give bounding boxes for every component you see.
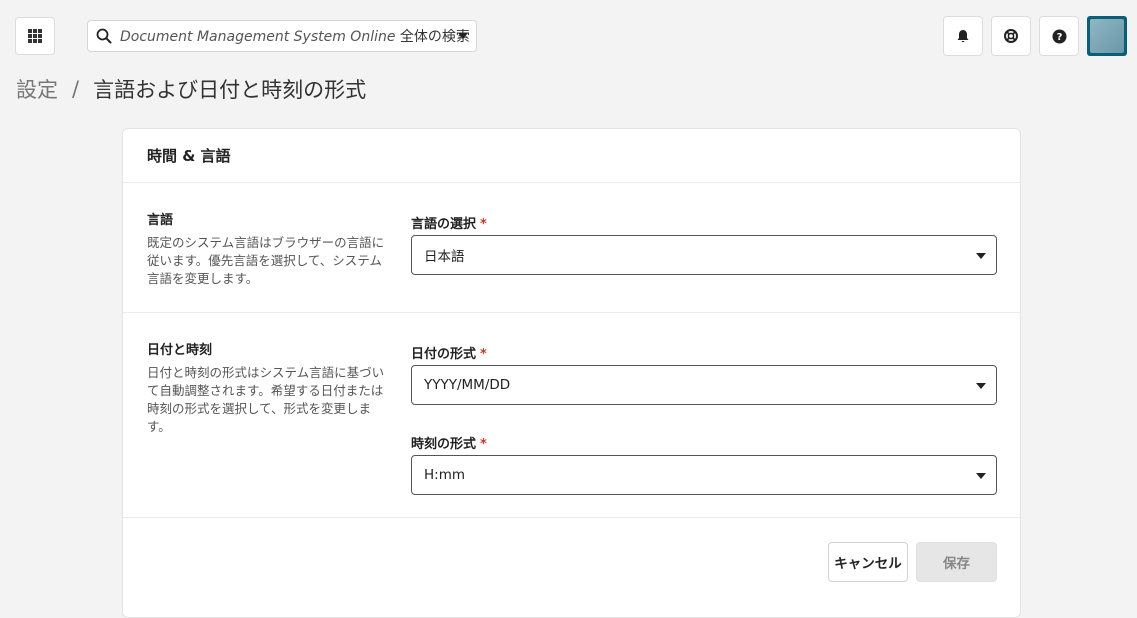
card-footer: キャンセル 保存 bbox=[123, 518, 1020, 618]
chevron-down-icon bbox=[976, 253, 986, 259]
card-title: 時間 & 言語 bbox=[147, 145, 231, 166]
datetime-section-title: 日付と時刻 bbox=[147, 339, 387, 358]
breadcrumb-separator: / bbox=[72, 77, 79, 101]
save-button[interactable]: 保存 bbox=[916, 542, 997, 582]
search-placeholder-app: Document Management System Online bbox=[120, 29, 395, 45]
time-format-label-text: 時刻の形式 bbox=[411, 437, 476, 452]
top-bar: Document Management System Online 全体の検索 … bbox=[0, 0, 1137, 70]
svg-text:?: ? bbox=[1056, 32, 1062, 43]
datetime-section: 日付と時刻 日付と時刻の形式はシステム言語に基づいて自動調整されます。希望する日… bbox=[123, 313, 1020, 518]
datetime-section-description: 日付と時刻の形式はシステム言語に基づいて自動調整されます。希望する日付または時刻… bbox=[147, 364, 387, 436]
lifebuoy-icon bbox=[1003, 28, 1019, 44]
breadcrumb: 設定 / 言語および日付と時刻の形式 bbox=[16, 74, 366, 104]
time-format-value: H:mm bbox=[424, 467, 465, 483]
date-format-value: YYYY/MM/DD bbox=[424, 377, 510, 393]
required-mark: * bbox=[480, 437, 487, 452]
search-input[interactable]: Document Management System Online 全体の検索 bbox=[87, 20, 477, 52]
app-menu-button[interactable] bbox=[15, 17, 55, 55]
language-section: 言語 既定のシステム言語はブラウザーの言語に従います。優先言語を選択して、システ… bbox=[123, 183, 1020, 313]
time-format-label: 時刻の形式 * bbox=[411, 433, 997, 449]
time-format-field: 時刻の形式 * H:mm bbox=[411, 433, 997, 495]
language-field-label: 言語の選択 * bbox=[411, 213, 997, 229]
language-label-text: 言語の選択 bbox=[411, 217, 476, 232]
language-field: 言語の選択 * 日本語 bbox=[411, 213, 997, 275]
date-format-field: 日付の形式 * YYYY/MM/DD bbox=[411, 343, 997, 405]
avatar-image bbox=[1090, 19, 1124, 53]
language-section-description: 既定のシステム言語はブラウザーの言語に従います。優先言語を選択して、システム言語… bbox=[147, 234, 387, 288]
chevron-down-icon bbox=[976, 383, 986, 389]
time-format-select[interactable]: H:mm bbox=[411, 455, 997, 495]
language-select[interactable]: 日本語 bbox=[411, 235, 997, 275]
date-format-label-text: 日付の形式 bbox=[411, 347, 476, 362]
user-avatar[interactable] bbox=[1087, 16, 1127, 56]
date-format-select[interactable]: YYYY/MM/DD bbox=[411, 365, 997, 405]
search-icon bbox=[96, 28, 112, 44]
settings-card: 時間 & 言語 言語 既定のシステム言語はブラウザーの言語に従います。優先言語を… bbox=[122, 128, 1021, 618]
grid-icon bbox=[28, 29, 42, 43]
bell-icon bbox=[956, 29, 970, 44]
page-title: 言語および日付と時刻の形式 bbox=[93, 74, 366, 104]
card-header: 時間 & 言語 bbox=[123, 129, 1020, 183]
language-section-title: 言語 bbox=[147, 209, 387, 228]
required-mark: * bbox=[480, 347, 487, 362]
search-scope-dropdown-icon[interactable] bbox=[458, 33, 468, 39]
required-mark: * bbox=[480, 217, 487, 232]
language-section-info: 言語 既定のシステム言語はブラウザーの言語に従います。優先言語を選択して、システ… bbox=[147, 209, 387, 288]
notifications-button[interactable] bbox=[943, 16, 983, 56]
support-button[interactable] bbox=[991, 16, 1031, 56]
search-placeholder: Document Management System Online 全体の検索 bbox=[120, 26, 470, 46]
chevron-down-icon bbox=[976, 473, 986, 479]
help-button[interactable]: ? bbox=[1039, 16, 1079, 56]
breadcrumb-settings-link[interactable]: 設定 bbox=[16, 74, 58, 104]
question-icon: ? bbox=[1052, 29, 1067, 44]
cancel-button[interactable]: キャンセル bbox=[828, 542, 908, 582]
date-format-label: 日付の形式 * bbox=[411, 343, 997, 359]
language-select-value: 日本語 bbox=[424, 245, 465, 265]
datetime-section-info: 日付と時刻 日付と時刻の形式はシステム言語に基づいて自動調整されます。希望する日… bbox=[147, 339, 387, 436]
